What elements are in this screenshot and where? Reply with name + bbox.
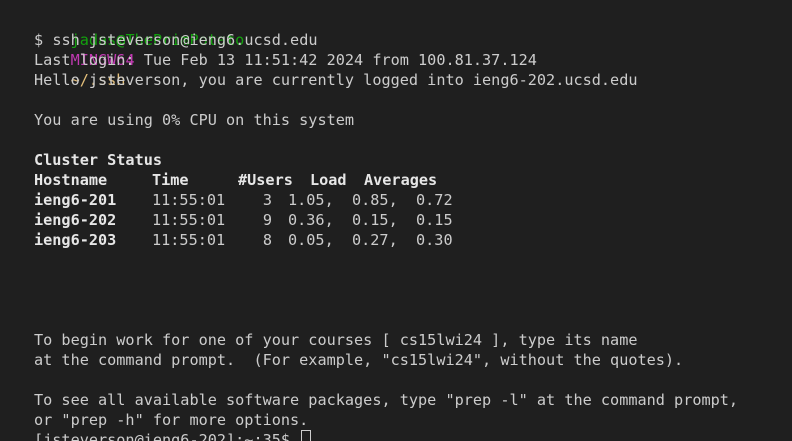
row-users: 8	[262, 231, 272, 249]
row-time: 11:55:01	[152, 211, 226, 229]
cpu-line: You are using 0% CPU on this system	[34, 111, 355, 129]
hello-line: Hello jsteverson, you are currently logg…	[34, 71, 638, 89]
table-row: ieng6-203 11:55:01 8 0.05, 0.27, 0.30	[34, 230, 792, 250]
packages-msg-line-1: To see all available software packages, …	[34, 391, 739, 409]
row-users: 9	[262, 211, 272, 229]
local-prompt-header: jadas@ThePrimPotato MINGW64 ~/.ssh	[34, 10, 792, 89]
header-load: Load	[310, 171, 347, 189]
courses-msg-line-2: at the command prompt. (For example, "cs…	[34, 351, 684, 369]
ssh-command: ssh jsteverson@ieng6.ucsd.edu	[52, 31, 318, 49]
row-loads: 0.36, 0.15, 0.15	[288, 211, 453, 229]
header-users: #Users	[238, 171, 293, 189]
row-users: 3	[262, 191, 272, 209]
table-row: ieng6-201 11:55:01 3 1.05, 0.85, 0.72	[34, 190, 792, 210]
courses-msg-line-1: To begin work for one of your courses [ …	[34, 331, 638, 349]
row-hostname: ieng6-203	[34, 231, 117, 249]
terminal-window[interactable]: jadas@ThePrimPotato MINGW64 ~/.ssh $ ssh…	[0, 0, 792, 441]
remote-prompt-line[interactable]: [jsteverson@ieng6-202]:~:35$	[34, 430, 792, 441]
ssh-command-line: $ ssh jsteverson@ieng6.ucsd.edu	[34, 30, 792, 50]
text-cursor[interactable]	[301, 430, 312, 441]
row-hostname: ieng6-201	[34, 191, 117, 209]
header-time: Time	[152, 171, 189, 189]
last-login-line: Last login: Tue Feb 13 11:51:42 2024 fro…	[34, 51, 537, 69]
row-time: 11:55:01	[152, 191, 226, 209]
row-loads: 1.05, 0.85, 0.72	[288, 191, 453, 209]
table-row: ieng6-202 11:55:01 9 0.36, 0.15, 0.15	[34, 210, 792, 230]
remote-prompt: [jsteverson@ieng6-202]:~:35$	[34, 431, 291, 441]
header-averages: Averages	[364, 171, 438, 189]
cluster-status-title: Cluster Status	[34, 151, 163, 169]
header-hostname: Hostname	[34, 171, 108, 189]
prompt-symbol: $	[34, 31, 44, 49]
row-loads: 0.05, 0.27, 0.30	[288, 231, 453, 249]
row-hostname: ieng6-202	[34, 211, 117, 229]
row-time: 11:55:01	[152, 231, 226, 249]
cluster-table-header: Hostname Time #Users Load Averages	[34, 170, 792, 190]
packages-msg-line-2: or "prep -h" for more options.	[34, 411, 309, 429]
